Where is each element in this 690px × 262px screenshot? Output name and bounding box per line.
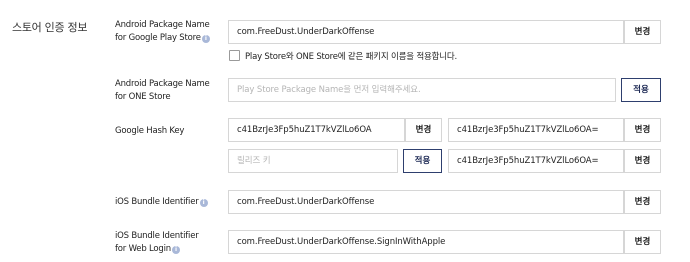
ios-bundle-change-button[interactable]: 변경 [624,190,661,214]
info-icon[interactable]: i [199,199,208,207]
gp-package-field[interactable]: com.FreeDust.UnderDarkOffense [228,20,624,44]
debug-hash-b64-change-button[interactable]: 변경 [624,118,661,142]
one-package-label-line1: Android Package Name [115,79,210,89]
ios-web-label-line2: for Web Login [115,243,171,254]
ios-bundle-label: iOS Bundle Identifier i [115,196,208,209]
same-package-checkbox-label[interactable]: Play Store와 ONE Store에 같은 패키지 이름을 적용합니다. [245,50,457,62]
one-package-label-line2: for ONE Store [115,91,171,102]
debug-hash-b64-field[interactable]: c41BzrJe3Fp5huZ1T7kVZlLo6OA= [448,118,624,142]
ios-bundle-field[interactable]: com.FreeDust.UnderDarkOffense [228,190,624,214]
debug-hash-change-button[interactable]: 변경 [405,118,442,142]
gp-package-label-line2: for Google Play Store [115,32,201,43]
section-title: 스토어 인증 정보 [12,21,88,34]
release-hash-apply-button[interactable]: 적용 [403,149,442,173]
hash-key-label: Google Hash Key [115,126,185,136]
release-hash-input[interactable]: 릴리즈 키 [228,149,398,173]
ios-web-label-line1: iOS Bundle Identifier [115,231,199,241]
debug-hash-field[interactable]: c41BzrJe3Fp5huZ1T7kVZlLo6OA [228,118,405,142]
release-hash-b64-change-button[interactable]: 변경 [624,149,661,173]
same-package-checkbox[interactable] [229,50,240,61]
ios-web-label: iOS Bundle Identifier for Web Login i [115,230,199,255]
info-icon[interactable]: i [201,34,210,43]
ios-web-field[interactable]: com.FreeDust.UnderDarkOffense.SignInWith… [228,230,624,254]
ios-bundle-label-text: iOS Bundle Identifier [115,197,199,207]
one-package-apply-button[interactable]: 적용 [621,78,661,102]
one-package-input[interactable]: Play Store Package Name을 먼저 입력해주세요. [228,78,616,102]
release-hash-b64-field[interactable]: c41BzrJe3Fp5huZ1T7kVZlLo6OA= [448,149,624,173]
ios-web-change-button[interactable]: 변경 [624,230,661,254]
gp-package-label: Android Package Name for Google Play Sto… [115,19,210,44]
one-package-label: Android Package Name for ONE Store [115,78,210,103]
info-icon[interactable]: i [171,245,180,254]
gp-package-label-line1: Android Package Name [115,20,210,30]
gp-package-change-button[interactable]: 변경 [624,20,661,44]
